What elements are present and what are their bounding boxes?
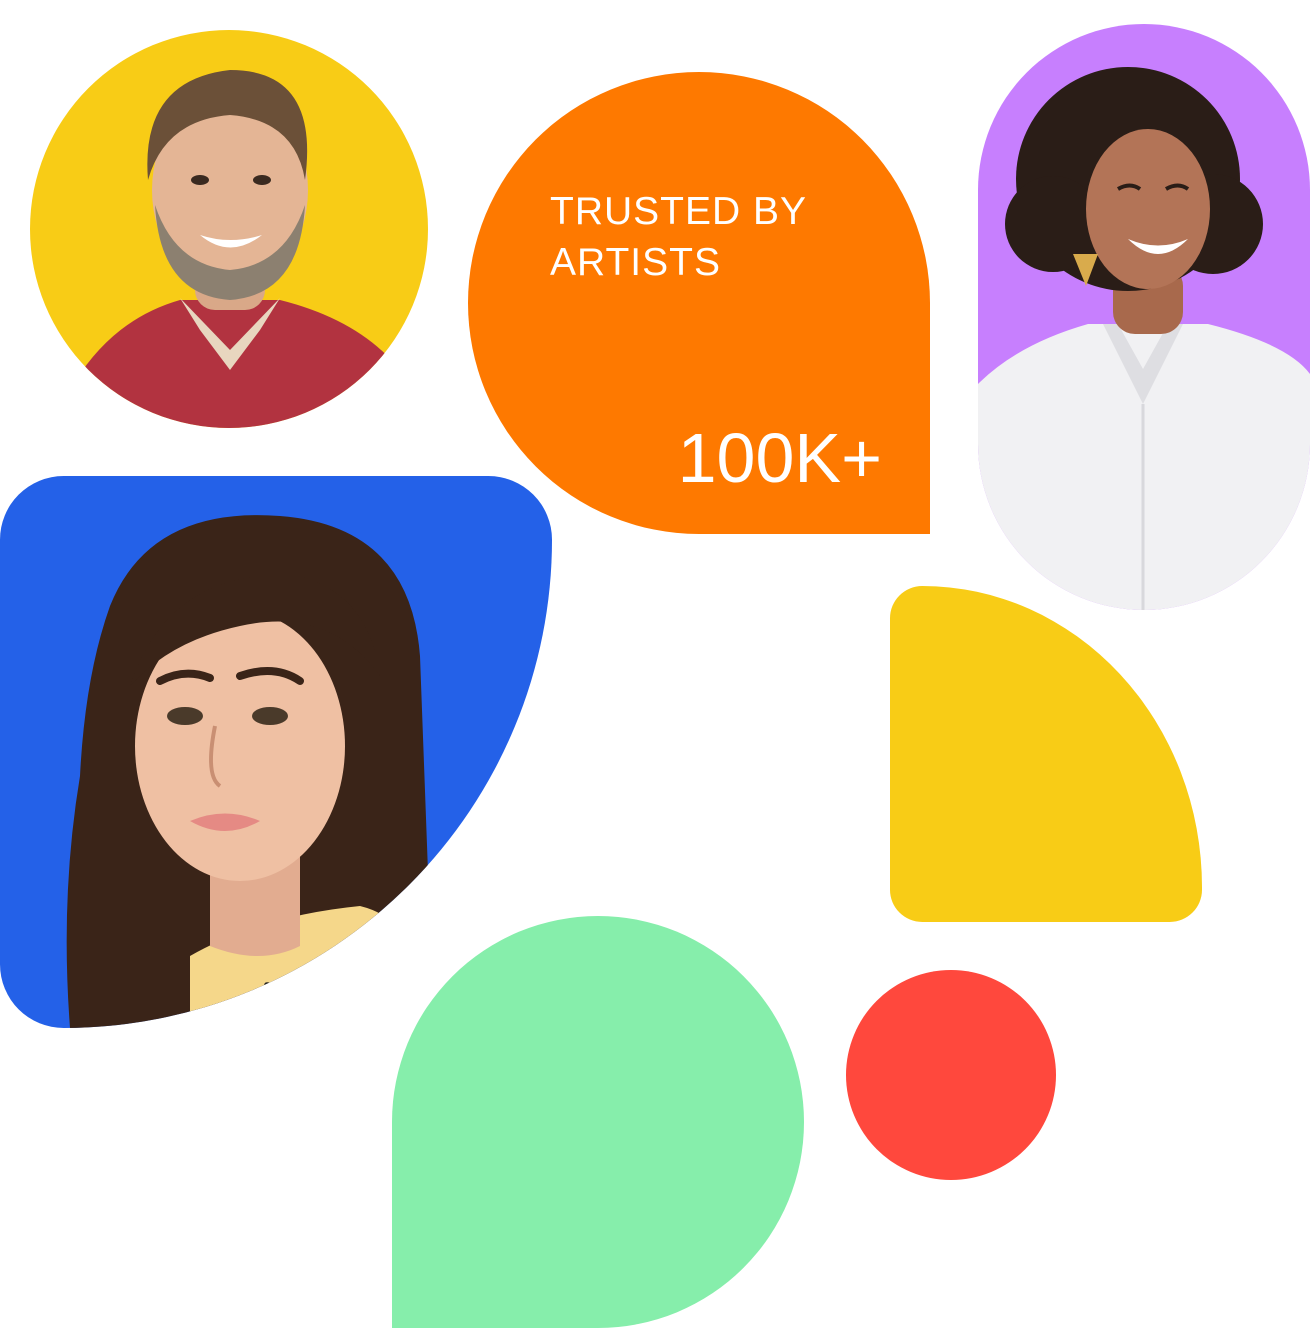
portrait-woman-curly-image: [978, 67, 1310, 610]
portrait-woman-long-hair-card: STOP: [0, 476, 552, 1028]
stat-card: TRUSTED BY ARTISTS 100K+: [468, 72, 930, 534]
portrait-man-card: [30, 30, 428, 428]
portrait-man-image: [50, 70, 410, 428]
stat-label: TRUSTED BY ARTISTS: [550, 190, 807, 284]
stat-value: 100K+: [677, 419, 882, 497]
decorative-green-drop-shape: [392, 916, 804, 1328]
portrait-woman-curly-card: [978, 24, 1310, 610]
decorative-red-dot: [846, 970, 1056, 1180]
portrait-woman-long-hair-image: STOP: [66, 515, 431, 1028]
decorative-yellow-quarter-shape: [890, 586, 1202, 922]
